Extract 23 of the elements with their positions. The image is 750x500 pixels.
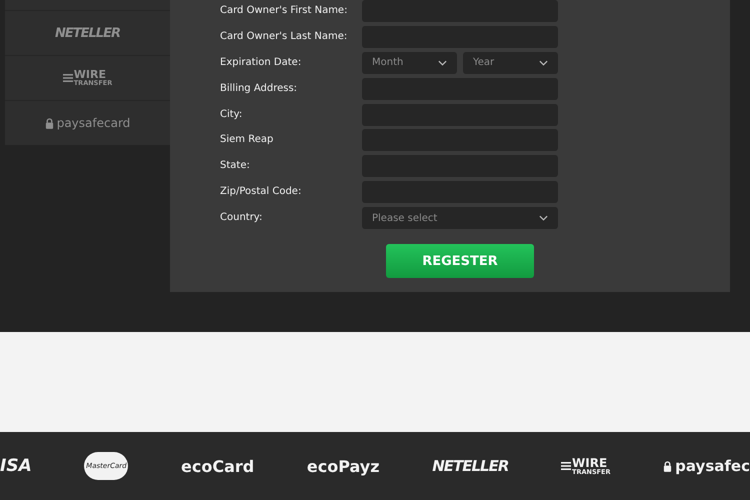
field-label: Card Owner's First Name:	[220, 4, 348, 18]
field-label: Expiration Date:	[220, 56, 302, 70]
visa-logo: ISA	[0, 456, 32, 476]
field-label: Siem Reap	[220, 133, 274, 148]
chevron-down-icon	[539, 60, 548, 66]
field-label: City:	[220, 108, 244, 122]
register-button[interactable]: REGESTER	[386, 244, 534, 278]
chevron-down-icon	[438, 60, 447, 66]
paysafecard-logo: paysafecard	[44, 116, 130, 130]
field-label: Country:	[220, 211, 264, 226]
chevron-down-icon	[539, 215, 548, 222]
field-label: Billing Address:	[220, 82, 298, 96]
field-label: State:	[220, 159, 251, 174]
neteller-logo: NETELLER	[432, 457, 508, 475]
ecopayz-logo: ecoPayz	[306, 456, 380, 476]
select-field[interactable]: Month	[362, 52, 457, 74]
ecocard-logo: ecoCard	[181, 456, 254, 476]
select-field[interactable]: Year	[463, 52, 558, 74]
select-field[interactable]: Please select	[362, 207, 558, 230]
neteller-logo: NETELLER	[55, 26, 120, 40]
field-label: Zip/Postal Code:	[220, 185, 302, 200]
field-label: Card Owner's Last Name:	[220, 30, 348, 44]
paysafecard-logo: paysafec	[663, 457, 750, 475]
